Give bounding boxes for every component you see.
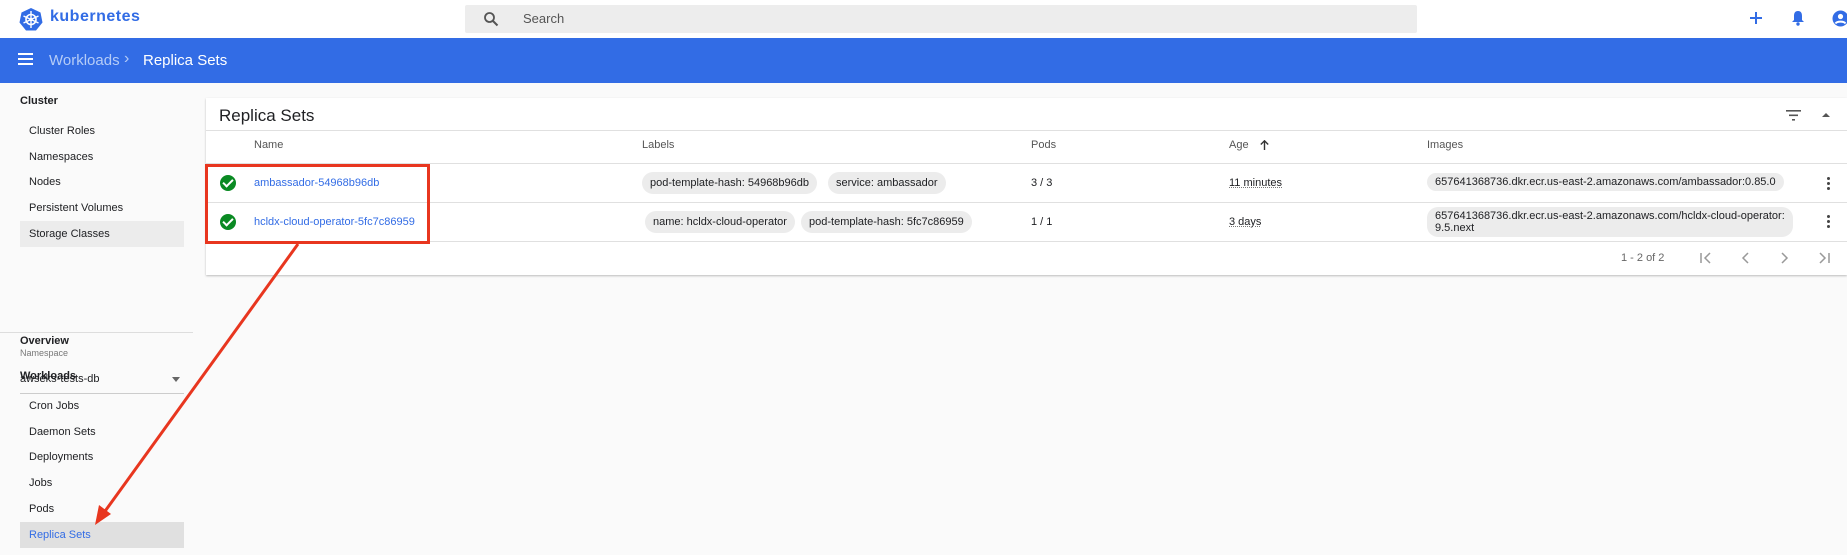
column-header-images[interactable]: Images bbox=[1427, 139, 1463, 151]
age-value: 11 minutes bbox=[1229, 177, 1282, 189]
breadcrumb-separator: › bbox=[124, 50, 130, 67]
divider bbox=[206, 130, 1847, 131]
previous-page-icon[interactable] bbox=[1739, 251, 1753, 265]
image-chip: 657641368736.dkr.ecr.us-east-2.amazonaws… bbox=[1427, 207, 1793, 237]
column-header-pods[interactable]: Pods bbox=[1031, 139, 1056, 151]
sidebar-item-storage-classes[interactable]: Storage Classes bbox=[20, 221, 184, 247]
pods-count: 3 / 3 bbox=[1031, 177, 1053, 189]
add-icon[interactable] bbox=[1749, 11, 1763, 25]
divider bbox=[206, 163, 1847, 164]
column-header-age[interactable]: Age bbox=[1229, 139, 1249, 151]
label-chip: name: hcldx-cloud-operator bbox=[645, 211, 795, 233]
label-chip: service: ambassador bbox=[828, 172, 946, 194]
page-header: Workloads › Replica Sets bbox=[0, 38, 1847, 83]
top-bar: kubernetes Search bbox=[0, 0, 1847, 38]
sidebar: Cluster Cluster Roles Namespaces Nodes P… bbox=[0, 83, 193, 555]
annotation-arrow bbox=[95, 243, 300, 525]
filter-icon[interactable] bbox=[1786, 110, 1801, 121]
next-page-icon[interactable] bbox=[1777, 251, 1791, 265]
sort-arrow-up-icon[interactable] bbox=[1260, 140, 1269, 150]
sidebar-item-persistent-volumes[interactable]: Persistent Volumes bbox=[20, 195, 184, 221]
search-icon bbox=[484, 12, 499, 27]
sidebar-item-daemon-sets[interactable]: Daemon Sets bbox=[20, 419, 184, 445]
sidebar-heading-cluster[interactable]: Cluster bbox=[20, 95, 58, 107]
kubernetes-logo-icon[interactable] bbox=[19, 7, 43, 31]
breadcrumb-workloads[interactable]: Workloads bbox=[49, 52, 120, 69]
sidebar-divider bbox=[0, 332, 193, 333]
column-header-name[interactable]: Name bbox=[254, 139, 283, 151]
pods-count: 1 / 1 bbox=[1031, 216, 1053, 228]
sidebar-item-jobs[interactable]: Jobs bbox=[20, 470, 184, 496]
replica-sets-card: Replica Sets Name Labels Pods Age Images… bbox=[206, 98, 1847, 275]
last-page-icon[interactable] bbox=[1817, 251, 1831, 265]
collapse-icon[interactable] bbox=[1821, 111, 1831, 119]
sidebar-item-cron-jobs[interactable]: Cron Jobs bbox=[20, 393, 184, 419]
brand-name[interactable]: kubernetes bbox=[50, 8, 140, 26]
sidebar-item-nodes[interactable]: Nodes bbox=[20, 169, 184, 195]
kebab-menu-icon[interactable] bbox=[1827, 177, 1830, 192]
chevron-down-icon bbox=[172, 377, 180, 382]
annotation-highlight-box bbox=[205, 164, 430, 244]
sidebar-item-cluster-roles[interactable]: Cluster Roles bbox=[20, 118, 184, 144]
label-chip: pod-template-hash: 54968b96db bbox=[642, 172, 818, 194]
image-text-line-2: 9.5.next bbox=[1435, 222, 1475, 234]
pagination-range: 1 - 2 of 2 bbox=[1621, 252, 1665, 264]
age-value: 3 days bbox=[1229, 216, 1262, 228]
sidebar-item-overview[interactable]: Overview bbox=[20, 335, 69, 347]
kebab-menu-icon[interactable] bbox=[1827, 215, 1830, 230]
menu-icon[interactable] bbox=[18, 53, 33, 65]
divider bbox=[206, 202, 1847, 203]
image-text-line-1: 657641368736.dkr.ecr.us-east-2.amazonaws… bbox=[1435, 210, 1785, 222]
first-page-icon[interactable] bbox=[1699, 251, 1713, 265]
card-title: Replica Sets bbox=[219, 106, 315, 125]
notifications-icon[interactable] bbox=[1791, 10, 1805, 26]
account-icon[interactable] bbox=[1832, 10, 1847, 27]
label-chip: pod-template-hash: 5fc7c86959 bbox=[801, 211, 972, 233]
image-chip: 657641368736.dkr.ecr.us-east-2.amazonaws… bbox=[1427, 173, 1784, 191]
sidebar-item-deployments[interactable]: Deployments bbox=[20, 444, 184, 470]
column-header-labels[interactable]: Labels bbox=[642, 139, 674, 151]
divider bbox=[206, 241, 1847, 242]
sidebar-item-namespaces[interactable]: Namespaces bbox=[20, 144, 184, 170]
namespace-label: Namespace bbox=[20, 348, 69, 358]
search-bar[interactable]: Search bbox=[465, 5, 1417, 33]
sidebar-heading-workloads[interactable]: Workloads bbox=[20, 370, 76, 382]
breadcrumb-current: Replica Sets bbox=[143, 52, 228, 69]
sidebar-item-pods[interactable]: Pods bbox=[20, 496, 184, 522]
sidebar-item-replica-sets[interactable]: Replica Sets bbox=[20, 522, 184, 548]
search-input[interactable]: Search bbox=[523, 11, 564, 26]
